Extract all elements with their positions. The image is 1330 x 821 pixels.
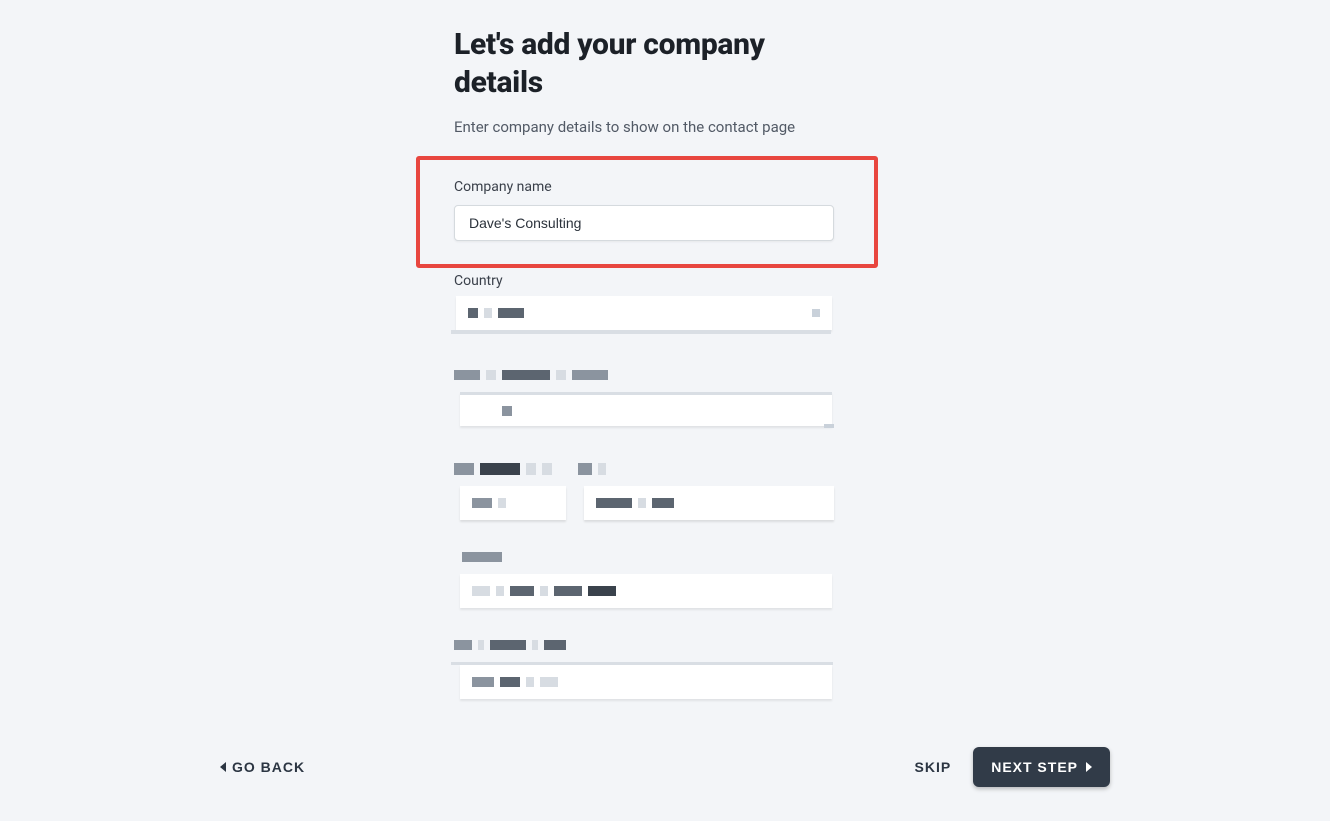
caret-left-icon (220, 762, 226, 772)
country-select-blurred[interactable] (456, 296, 832, 330)
skip-label: SKIP (915, 759, 952, 775)
caret-right-icon (1086, 762, 1092, 772)
company-name-input[interactable] (454, 205, 834, 241)
country-label: Country (454, 273, 834, 289)
next-step-label: NEXT STEP (991, 759, 1078, 775)
obscured-label (454, 368, 834, 382)
obscured-input-wide[interactable] (584, 486, 834, 520)
obscured-label (454, 638, 834, 652)
obscured-label (462, 550, 834, 564)
go-back-label: GO BACK (232, 759, 305, 775)
chevron-down-icon (812, 309, 820, 317)
page-subtitle: Enter company details to show on the con… (454, 117, 834, 139)
obscured-form-area (454, 296, 834, 699)
obscured-label (454, 462, 834, 476)
skip-button[interactable]: SKIP (915, 759, 952, 775)
company-name-label: Company name (454, 179, 834, 195)
page-title: Let's add your company details (454, 26, 834, 101)
next-step-button[interactable]: NEXT STEP (973, 747, 1110, 787)
obscured-input[interactable] (460, 574, 832, 608)
obscured-input[interactable] (460, 392, 832, 426)
go-back-button[interactable]: GO BACK (220, 759, 305, 775)
obscured-input[interactable] (460, 665, 832, 699)
obscured-input-small[interactable] (460, 486, 566, 520)
